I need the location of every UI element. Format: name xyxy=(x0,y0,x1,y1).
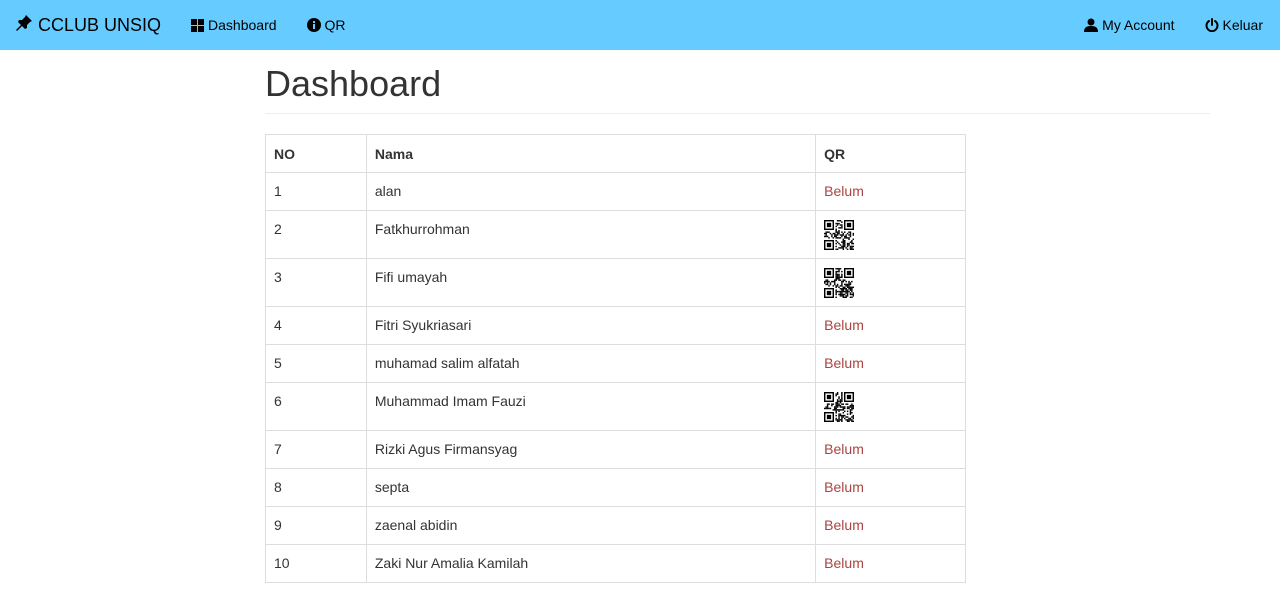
nav-qr[interactable]: QR xyxy=(292,0,361,50)
cell-nama: Rizki Agus Firmansyag xyxy=(365,430,817,469)
nav-dashboard-label: Dashboard xyxy=(208,17,277,33)
page-title: Dashboard xyxy=(265,63,442,104)
cell-nama: septa xyxy=(365,468,817,507)
cell-no: 6 xyxy=(265,382,367,431)
qr-status-link[interactable]: Belum xyxy=(824,441,864,457)
table-row: 2 Fatkhurrohman xyxy=(265,210,966,259)
table-row: 9 zaenal abidin Belum xyxy=(265,506,966,545)
table-body: 1 alan Belum 2 Fatkhurrohman 3 Fifi umayah 4 Fit… xyxy=(265,172,966,583)
main-content: Dashboard NO Nama QR 1 alan Belum 2 Fatkhurr… xyxy=(265,50,1210,583)
cell-qr xyxy=(815,210,966,259)
qr-code-image[interactable] xyxy=(824,392,855,422)
cell-qr: Belum xyxy=(815,306,966,345)
header-no: NO xyxy=(265,134,367,173)
cell-no: 8 xyxy=(265,468,367,507)
nav-left: Dashboard QR xyxy=(176,0,361,50)
cell-qr: Belum xyxy=(815,344,966,383)
qr-status-link[interactable]: Belum xyxy=(824,355,864,371)
table-row: 10 Zaki Nur Amalia Kamilah Belum xyxy=(265,544,966,583)
table-row: 6 Muhammad Imam Fauzi xyxy=(265,382,966,431)
table-row: 5 muhamad salim alfatah Belum xyxy=(265,344,966,383)
qr-status-link[interactable]: Belum xyxy=(824,555,864,571)
table-row: 1 alan Belum xyxy=(265,172,966,211)
cell-qr: Belum xyxy=(815,506,966,545)
cell-nama: muhamad salim alfatah xyxy=(365,344,817,383)
top-navbar: CCLUB UNSIQ Dashboard QR My Account Kelu… xyxy=(0,0,1280,50)
cell-no: 1 xyxy=(265,172,367,211)
nav-qr-label: QR xyxy=(324,17,346,33)
cell-qr: Belum xyxy=(815,468,966,507)
nav-my-account[interactable]: My Account xyxy=(1069,0,1189,50)
dashboard-icon xyxy=(191,18,205,32)
cell-nama: zaenal abidin xyxy=(365,506,817,545)
user-icon xyxy=(1084,18,1099,32)
nav-right: My Account Keluar xyxy=(1069,0,1278,50)
cell-no: 4 xyxy=(265,306,367,345)
cell-qr xyxy=(815,382,966,431)
power-icon xyxy=(1205,18,1219,32)
qr-status-link[interactable]: Belum xyxy=(824,183,864,199)
info-sign-icon xyxy=(306,18,321,32)
qr-status-link[interactable]: Belum xyxy=(824,317,864,333)
page-header: Dashboard xyxy=(265,50,1210,114)
cell-nama: alan xyxy=(365,172,817,211)
nav-dashboard[interactable]: Dashboard xyxy=(176,0,292,50)
user-qr-table: NO Nama QR 1 alan Belum 2 Fatkhurrohman 3 Fifi… xyxy=(265,134,966,583)
cell-qr xyxy=(815,258,966,307)
cell-no: 10 xyxy=(265,544,367,583)
cell-nama: Fitri Syukriasari xyxy=(365,306,817,345)
nav-my-account-label: My Account xyxy=(1102,17,1175,33)
qr-code-image[interactable] xyxy=(824,268,855,298)
cell-qr: Belum xyxy=(815,172,966,211)
cell-qr: Belum xyxy=(815,430,966,469)
table-header-row: NO Nama QR xyxy=(265,134,966,173)
nav-keluar-label: Keluar xyxy=(1222,17,1263,33)
cell-no: 5 xyxy=(265,344,367,383)
cell-nama: Muhammad Imam Fauzi xyxy=(365,382,817,431)
cell-no: 9 xyxy=(265,506,367,545)
table-row: 8 septa Belum xyxy=(265,468,966,507)
pushpin-icon xyxy=(15,14,38,37)
cell-no: 3 xyxy=(265,258,367,307)
cell-qr: Belum xyxy=(815,544,966,583)
table-row: 3 Fifi umayah xyxy=(265,258,966,307)
qr-code-image[interactable] xyxy=(824,220,855,250)
cell-nama: Fifi umayah xyxy=(365,258,817,307)
table-row: 4 Fitri Syukriasari Belum xyxy=(265,306,966,345)
nav-keluar[interactable]: Keluar xyxy=(1190,0,1278,50)
table-row: 7 Rizki Agus Firmansyag Belum xyxy=(265,430,966,469)
qr-status-link[interactable]: Belum xyxy=(824,517,864,533)
header-qr: QR xyxy=(815,134,966,173)
qr-status-link[interactable]: Belum xyxy=(824,479,864,495)
brand-text: CCLUB UNSIQ xyxy=(38,14,162,35)
cell-no: 7 xyxy=(265,430,367,469)
header-nama: Nama xyxy=(365,134,817,173)
brand-link[interactable]: CCLUB UNSIQ xyxy=(15,0,161,50)
cell-nama: Fatkhurrohman xyxy=(365,210,817,259)
cell-no: 2 xyxy=(265,210,367,259)
cell-nama: Zaki Nur Amalia Kamilah xyxy=(365,544,817,583)
